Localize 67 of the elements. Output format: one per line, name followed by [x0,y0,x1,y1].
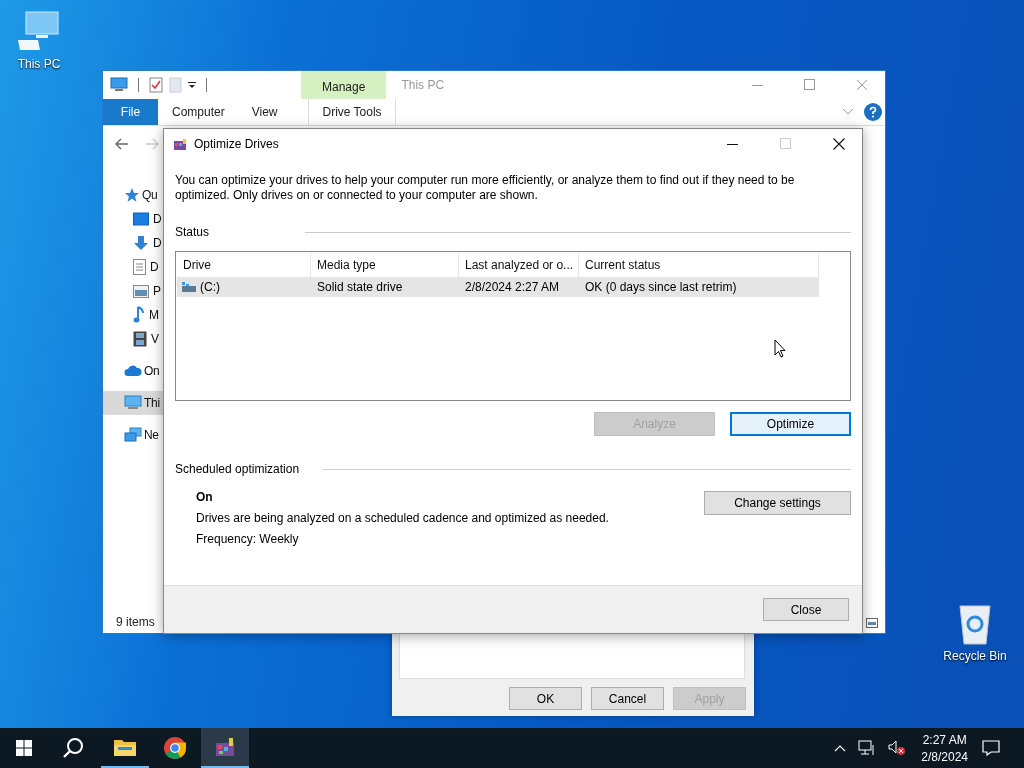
caret-icon[interactable] [188,81,196,89]
computer-icon [124,395,142,411]
window-title: This PC [401,78,445,92]
star-icon [124,187,140,203]
clock-time[interactable]: 2:27 AM [922,732,967,747]
chevron-icon[interactable] [842,108,854,116]
back-arrow-icon[interactable] [115,138,129,150]
computer-icon[interactable] [110,77,128,93]
windows-logo-icon[interactable] [16,740,32,756]
file-tab[interactable]: File [103,99,158,125]
folder-icon [113,737,137,757]
section-heading: Status [175,225,210,239]
drive-icon [181,281,197,293]
volume-muted-icon[interactable] [888,740,907,756]
dialog-button[interactable]: OK [509,687,582,710]
document-icon [133,259,146,275]
schedule-state: On [196,490,214,504]
taskbar-button[interactable] [201,728,249,768]
maximize-icon [780,138,792,150]
item-count: 9 items [115,615,156,631]
picture-icon [133,284,149,298]
notification-icon[interactable] [982,740,1000,756]
table-cell-text: 2/8/2024 2:27 AM [464,279,561,296]
dialog-button[interactable]: Cancel [591,687,664,710]
help-icon[interactable] [864,103,882,121]
sidebar-item[interactable]: Ne [103,423,165,447]
table-cell: (C:) [200,280,220,294]
sidebar-item[interactable]: P [103,279,165,303]
maximize-icon[interactable] [804,79,816,91]
table-cell-text: OK (0 days since last retrim) [584,279,738,296]
sidebar-item[interactable]: D [103,207,165,231]
sidebar-item[interactable]: D [103,255,165,279]
intro-text: You can optimize your drives to help your computer run more efficiently, or analyze them to find out if they need to be optimized. Only drives on or connected to your computer are shown. [175,173,796,203]
defrag-icon [214,736,236,758]
context-tab-header: Manage [301,71,387,99]
sidebar-item[interactable]: M [103,303,165,327]
network-icon [124,427,142,443]
music-note-icon [133,306,145,324]
cursor-icon [774,339,786,358]
section-heading: Scheduled optimization [175,462,300,476]
browser-icon [163,736,187,760]
defrag-icon [173,137,187,151]
desktop-icon-label[interactable]: Recycle Bin [943,649,1007,663]
sidebar-item[interactable]: Qu [103,183,165,207]
network-icon[interactable] [858,740,877,756]
close-button[interactable]: Close [763,598,849,621]
sidebar-item[interactable]: D [103,231,165,255]
schedule-description: Drives are being analyzed on a scheduled cadence and optimized as needed. [196,511,610,525]
change-settings-button[interactable]: Change settings [704,491,851,515]
drive-row[interactable]: (C:) Solid state drive 2/8/2024 2:27 AM OK (0 days since last retrim) [177,277,819,297]
optimize-button[interactable]: Optimize [730,412,851,436]
checklist-icon[interactable] [149,77,163,93]
frequency-text: Frequency: Weekly [196,532,300,546]
view-icon[interactable] [866,618,878,628]
film-icon [133,331,147,347]
table-cell-text: Solid state drive [316,279,404,296]
chevron-up-icon[interactable] [834,744,847,752]
search-icon[interactable] [62,737,84,759]
clock-date[interactable]: 2/8/2024 [921,749,968,764]
cloud-icon [124,365,142,377]
download-arrow-icon [133,235,149,251]
desktop-icon [133,212,149,226]
close-icon[interactable] [833,138,845,150]
sidebar-item[interactable]: V [103,327,165,351]
sidebar-item[interactable]: Thi [103,391,165,415]
sidebar-item[interactable]: On [103,359,165,383]
window-title: Optimize Drives [194,137,279,151]
